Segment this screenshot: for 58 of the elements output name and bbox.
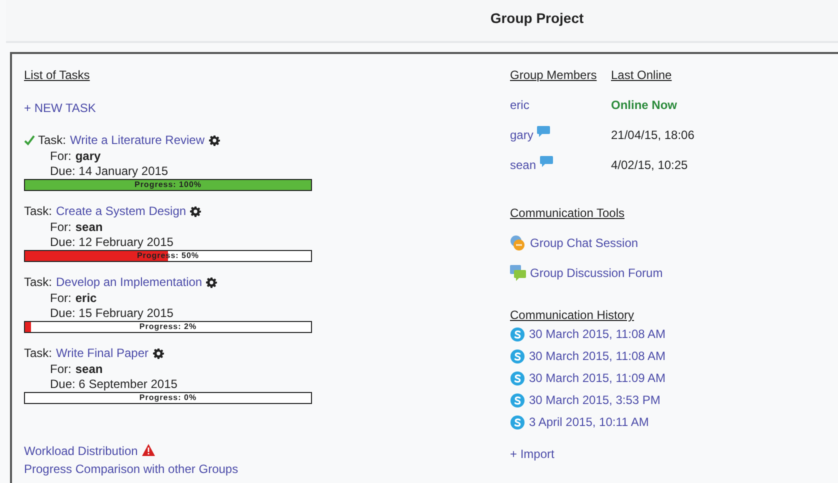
last-online: 4/02/15, 10:25 bbox=[611, 157, 689, 174]
due-date: Due: 15 February 2015 bbox=[50, 306, 174, 321]
speech-bubble-icon[interactable] bbox=[537, 126, 550, 137]
last-online: Online Now bbox=[611, 97, 678, 114]
import-link[interactable]: + Import bbox=[510, 445, 554, 463]
report-link[interactable]: Workload Distribution bbox=[24, 442, 138, 460]
progress-text: Progress: 100% bbox=[133, 180, 203, 190]
task-label: Task: bbox=[38, 132, 66, 149]
column-heading: Last Online bbox=[611, 67, 672, 84]
report-link[interactable]: Progress Comparison with other Groups bbox=[24, 460, 238, 478]
history-link[interactable]: 3 April 2015, 10:11 AM bbox=[529, 413, 649, 431]
column-heading: Group Members bbox=[510, 67, 597, 84]
call-app-icon bbox=[510, 370, 525, 386]
task-label: Task: bbox=[24, 203, 52, 220]
for-label: For: bbox=[50, 149, 72, 164]
due-date: Due: 6 September 2015 bbox=[50, 377, 178, 392]
section-heading: List of Tasks bbox=[24, 67, 90, 84]
call-app-icon bbox=[510, 414, 525, 430]
tool-link[interactable]: Group Discussion Forum bbox=[530, 264, 663, 282]
last-online: 21/04/15, 18:06 bbox=[611, 127, 694, 144]
call-app-icon bbox=[510, 392, 525, 408]
progress-text: Progress: 2% bbox=[138, 322, 198, 332]
task-title-link[interactable]: Write a Literature Review bbox=[70, 131, 205, 149]
gear-icon[interactable] bbox=[208, 134, 220, 146]
task-title-link[interactable]: Write Final Paper bbox=[56, 344, 148, 362]
task-label: Task: bbox=[24, 274, 52, 291]
call-app-icon bbox=[510, 326, 525, 342]
task-title-link[interactable]: Develop an Implementation bbox=[56, 273, 202, 291]
history-link[interactable]: 30 March 2015, 3:53 PM bbox=[529, 391, 660, 409]
tool-link[interactable]: Group Chat Session bbox=[530, 234, 638, 252]
task-title-link[interactable]: Create a System Design bbox=[56, 202, 186, 220]
page-title: Group Project bbox=[490, 9, 584, 28]
assignee-name: eric bbox=[75, 291, 97, 306]
history-link[interactable]: 30 March 2015, 11:09 AM bbox=[529, 369, 666, 387]
history-link[interactable]: 30 March 2015, 11:08 AM bbox=[529, 325, 666, 343]
due-date: Due: 14 January 2015 bbox=[50, 164, 168, 179]
member-name-link[interactable]: sean bbox=[510, 156, 536, 174]
gear-icon[interactable] bbox=[152, 348, 164, 358]
for-label: For: bbox=[50, 291, 72, 306]
section-heading: Communication Tools bbox=[510, 205, 624, 222]
gear-icon[interactable] bbox=[206, 276, 218, 288]
call-app-icon bbox=[510, 348, 525, 364]
history-link[interactable]: 30 March 2015, 11:08 AM bbox=[529, 347, 666, 365]
section-heading: Communication History bbox=[510, 307, 634, 324]
member-name-link[interactable]: eric bbox=[510, 96, 530, 114]
assignee-name: sean bbox=[75, 362, 103, 377]
gear-icon[interactable] bbox=[190, 206, 202, 216]
new-task-link[interactable]: + NEW TASK bbox=[24, 99, 96, 117]
assignee-name: sean bbox=[75, 220, 103, 235]
for-label: For: bbox=[50, 362, 72, 377]
speech-bubble-icon[interactable] bbox=[540, 156, 554, 167]
member-name-link[interactable]: gary bbox=[510, 126, 534, 144]
progress-text: Progress: 0% bbox=[138, 393, 198, 403]
warning-icon bbox=[142, 444, 155, 456]
task-label: Task: bbox=[24, 345, 52, 362]
due-date: Due: 12 February 2015 bbox=[50, 235, 174, 250]
for-label: For: bbox=[50, 220, 72, 235]
assignee-name: gary bbox=[75, 149, 101, 164]
